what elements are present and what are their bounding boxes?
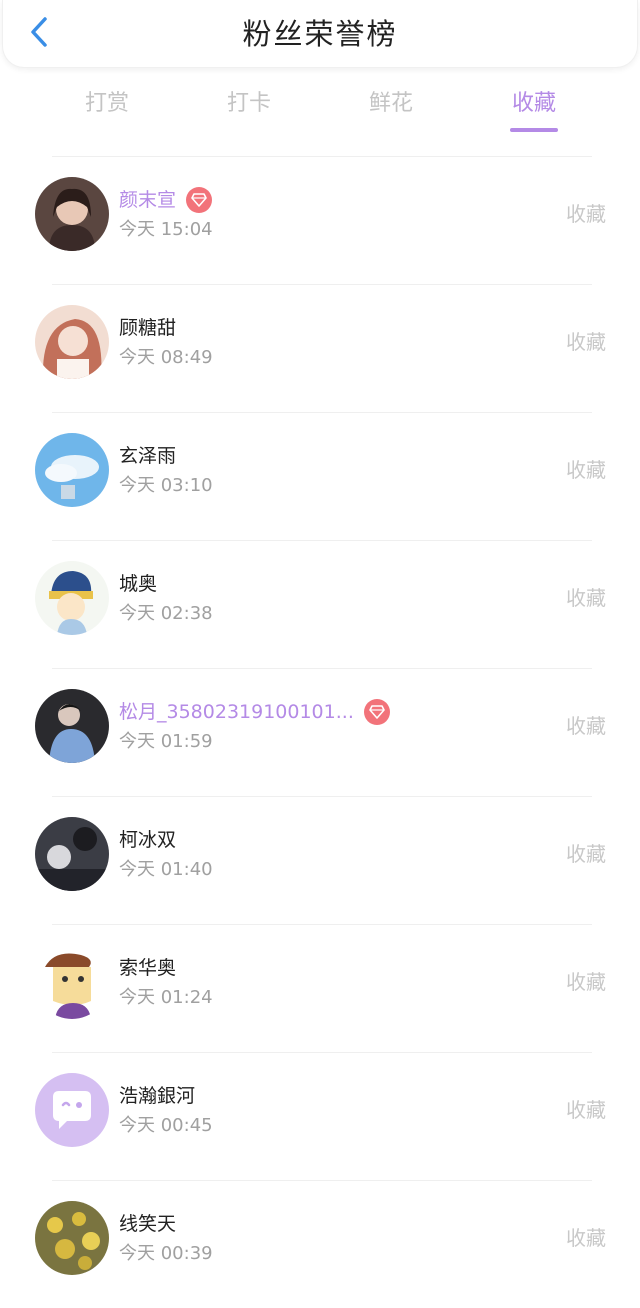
list-item[interactable]: 松月_35802319100101... 今天 01:59 收藏: [0, 669, 640, 796]
name-line: 颜末宣: [119, 185, 213, 215]
avatar-photo-icon[interactable]: [35, 177, 109, 251]
action-label: 收藏: [566, 458, 606, 482]
user-name: 玄泽雨: [119, 445, 177, 467]
avatar-photo-icon[interactable]: [35, 689, 109, 763]
user-name: 城奥: [119, 573, 158, 595]
list-item[interactable]: 玄泽雨 今天 03:10 收藏: [0, 413, 640, 540]
action-label: 收藏: [566, 714, 606, 738]
list-item[interactable]: 浩瀚銀河 今天 00:45 收藏: [0, 1053, 640, 1180]
name-line: 浩瀚銀河: [119, 1081, 195, 1111]
tab-label: 鲜花: [368, 91, 413, 116]
tab-bar: 打赏 打卡 鲜花 收藏: [0, 82, 640, 138]
tab-label: 打赏: [84, 91, 129, 116]
timestamp: 今天 03:10: [119, 475, 213, 496]
avatar-sky-icon[interactable]: [35, 433, 109, 507]
action-label: 收藏: [566, 330, 606, 354]
action-label: 收藏: [566, 842, 606, 866]
fan-list: 颜末宣 今天 15:04 收藏 顾糖甜 今天 08:49 收藏 玄泽雨 今天 0…: [0, 156, 640, 1308]
user-name: 线笑天: [119, 1213, 177, 1235]
name-line: 松月_35802319100101...: [119, 697, 390, 727]
active-tab-indicator: [510, 128, 558, 132]
page-title: 粉丝荣誉榜: [242, 17, 398, 51]
action-label: 收藏: [566, 1226, 606, 1250]
avatar-cartoon-icon[interactable]: [35, 561, 109, 635]
user-name: 松月_35802319100101...: [119, 701, 354, 723]
tab-tip[interactable]: 打赏: [57, 82, 157, 126]
list-item[interactable]: 城奥 今天 02:38 收藏: [0, 541, 640, 668]
timestamp: 今天 08:49: [119, 347, 213, 368]
action-label: 收藏: [566, 1098, 606, 1122]
timestamp: 今天 00:39: [119, 1243, 213, 1264]
user-name: 索华奥: [119, 957, 177, 979]
diamond-badge-icon: [363, 699, 390, 725]
tab-flowers[interactable]: 鲜花: [341, 82, 441, 126]
name-line: 线笑天: [119, 1209, 176, 1239]
user-name: 颜末宣: [119, 189, 177, 211]
list-item[interactable]: 索华奥 今天 01:24 收藏: [0, 925, 640, 1052]
user-name: 柯冰双: [119, 829, 177, 851]
name-line: 顾糖甜: [119, 313, 176, 343]
action-label: 收藏: [566, 586, 606, 610]
list-item[interactable]: 线笑天 今天 00:39 收藏: [0, 1181, 640, 1308]
avatar-photo-icon[interactable]: [35, 305, 109, 379]
avatar-default-chat-icon[interactable]: [35, 1073, 109, 1147]
name-line: 柯冰双: [119, 825, 176, 855]
tab-label: 打卡: [226, 91, 271, 116]
timestamp: 今天 01:40: [119, 859, 213, 880]
tab-favorites[interactable]: 收藏: [484, 82, 584, 132]
list-item[interactable]: 柯冰双 今天 01:40 收藏: [0, 797, 640, 924]
name-line: 城奥: [119, 569, 157, 599]
diamond-badge-icon: [186, 187, 213, 213]
tab-checkin[interactable]: 打卡: [199, 82, 299, 126]
avatar-flowers-icon[interactable]: [35, 1201, 109, 1275]
top-bar: 粉丝荣誉榜: [2, 0, 638, 68]
timestamp: 今天 00:45: [119, 1115, 213, 1136]
name-line: 玄泽雨: [119, 441, 176, 471]
user-name: 浩瀚銀河: [119, 1085, 196, 1107]
action-label: 收藏: [566, 202, 606, 226]
timestamp: 今天 01:24: [119, 987, 213, 1008]
list-item[interactable]: 顾糖甜 今天 08:49 收藏: [0, 285, 640, 412]
timestamp: 今天 02:38: [119, 603, 213, 624]
list-item[interactable]: 颜末宣 今天 15:04 收藏: [0, 157, 640, 284]
timestamp: 今天 01:59: [119, 731, 213, 752]
avatar-cartoon-icon[interactable]: [35, 945, 109, 1019]
user-name: 顾糖甜: [119, 317, 177, 339]
name-line: 索华奥: [119, 953, 176, 983]
timestamp: 今天 15:04: [119, 219, 213, 240]
tab-label: 收藏: [511, 91, 556, 116]
action-label: 收藏: [566, 970, 606, 994]
avatar-photo-icon[interactable]: [35, 817, 109, 891]
